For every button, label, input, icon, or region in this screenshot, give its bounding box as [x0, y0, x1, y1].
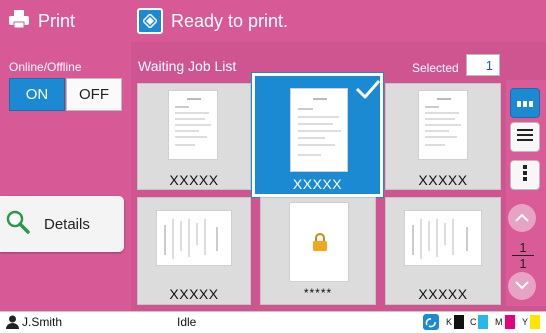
- online-offline-label: Online/Offline: [9, 60, 82, 74]
- ink-y-level: [530, 315, 540, 329]
- details-label: Details: [44, 215, 90, 233]
- chevron-up-icon: [515, 209, 529, 227]
- print-header: Print: [0, 0, 131, 42]
- job-name: XXXXX: [169, 286, 219, 302]
- job-card-1[interactable]: XXXXX: [137, 83, 251, 190]
- details-button[interactable]: Details: [0, 196, 124, 252]
- grid-view-icon: [517, 94, 533, 112]
- more-options-button[interactable]: [510, 160, 540, 190]
- job-card-6[interactable]: XXXXX: [385, 197, 501, 305]
- job-name: XXXXX: [292, 176, 343, 192]
- job-thumbnail: [168, 90, 218, 160]
- job-card-2[interactable]: XXXXX: [251, 72, 384, 198]
- magnifier-icon: [6, 210, 30, 239]
- ink-k-label: K: [446, 317, 453, 327]
- status-bar: [0, 311, 546, 333]
- status-text: Ready to print.: [171, 10, 289, 31]
- online-off-button[interactable]: OFF: [66, 78, 122, 111]
- sidebar: [0, 0, 131, 311]
- job-card-5[interactable]: *****: [260, 197, 376, 305]
- checkmark-icon: [355, 78, 381, 105]
- list-view-icon: [517, 128, 533, 146]
- job-card-4[interactable]: XXXXX: [137, 197, 251, 305]
- printer-icon: [9, 9, 29, 33]
- print-screen: Print Online/Offline ON OFF Details Read…: [0, 0, 546, 333]
- user-icon: [6, 315, 19, 333]
- list-view-button[interactable]: [510, 122, 540, 152]
- status-header: Ready to print.: [131, 0, 546, 42]
- job-thumbnail: [289, 202, 349, 282]
- job-list-title: Waiting Job List: [138, 58, 237, 74]
- ink-y-label: Y: [522, 317, 529, 327]
- job-name: XXXXX: [169, 172, 219, 188]
- network-icon: [423, 314, 439, 333]
- job-thumbnail: [418, 90, 468, 160]
- page-up-button[interactable]: [508, 204, 536, 232]
- ink-c-level: [478, 315, 488, 329]
- more-vertical-icon: [523, 164, 527, 186]
- online-on-button[interactable]: ON: [9, 78, 65, 111]
- selected-count: 1: [466, 54, 500, 76]
- ink-m-level: [505, 315, 515, 329]
- chevron-down-icon: [515, 277, 529, 295]
- page-down-button[interactable]: [508, 272, 536, 300]
- user-name: J.Smith: [22, 315, 63, 329]
- job-name: XXXXX: [418, 172, 468, 188]
- job-name: *****: [303, 286, 333, 300]
- page-total: 1: [519, 256, 527, 271]
- ready-status-icon: [137, 8, 163, 34]
- job-card-3[interactable]: XXXXX: [385, 83, 501, 190]
- lock-icon: [312, 233, 328, 256]
- thumbnail-view-button[interactable]: [510, 88, 540, 118]
- job-thumbnail: [290, 88, 348, 172]
- print-title: Print: [38, 10, 76, 31]
- ink-c-label: C: [470, 317, 477, 327]
- ink-k-level: [454, 315, 464, 329]
- selected-label: Selected: [412, 61, 459, 75]
- job-name: XXXXX: [418, 286, 468, 302]
- job-thumbnail: [404, 210, 482, 266]
- printer-state: Idle: [177, 315, 197, 329]
- ink-m-label: M: [495, 317, 503, 327]
- page-current: 1: [519, 240, 527, 255]
- job-thumbnail: [156, 210, 232, 266]
